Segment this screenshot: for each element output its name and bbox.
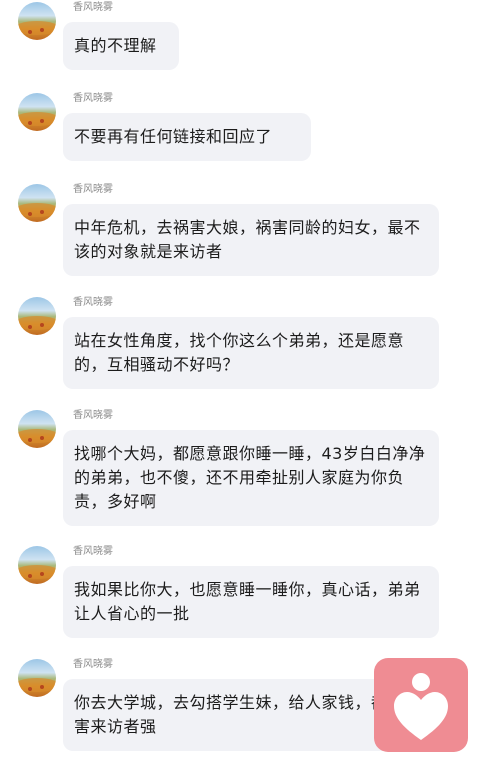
sender-name: 香风晓雾 (73, 546, 113, 557)
sender-avatar[interactable] (18, 93, 56, 131)
sender-name: 香风晓雾 (73, 184, 113, 195)
sender-avatar[interactable] (18, 297, 56, 335)
sender-name: 香风晓雾 (73, 2, 113, 13)
app-logo (374, 658, 468, 752)
sender-avatar[interactable] (18, 410, 56, 448)
message-bubble[interactable]: 我如果比你大，也愿意睡一睡你，真心话，弟弟让人省心的一批 (63, 566, 439, 638)
sender-avatar[interactable] (18, 184, 56, 222)
sender-name: 香风晓雾 (73, 297, 113, 308)
message-bubble[interactable]: 站在女性角度，找个你这么个弟弟，还是愿意的，互相骚动不好吗？ (63, 317, 439, 389)
message-bubble[interactable]: 中年危机，去祸害大娘，祸害同龄的妇女，最不该的对象就是来访者 (63, 204, 439, 276)
message-bubble[interactable]: 真的不理解 (63, 22, 179, 70)
heart-person-icon (394, 673, 448, 740)
message-bubble[interactable]: 找哪个大妈，都愿意跟你睡一睡，43岁白白净净的弟弟，也不傻，还不用牵扯别人家庭为… (63, 430, 439, 526)
landscape-icon (18, 678, 56, 692)
sender-name: 香风晓雾 (73, 410, 113, 421)
landscape-icon (18, 429, 56, 443)
sender-avatar[interactable] (18, 2, 56, 40)
message-bubble[interactable]: 不要再有任何链接和回应了 (63, 113, 311, 161)
sender-avatar[interactable] (18, 546, 56, 584)
landscape-icon (18, 21, 56, 35)
landscape-icon (18, 203, 56, 217)
sender-avatar[interactable] (18, 659, 56, 697)
sender-name: 香风晓雾 (73, 659, 113, 670)
landscape-icon (18, 316, 56, 330)
landscape-icon (18, 565, 56, 579)
landscape-icon (18, 112, 56, 126)
sender-name: 香风晓雾 (73, 93, 113, 104)
